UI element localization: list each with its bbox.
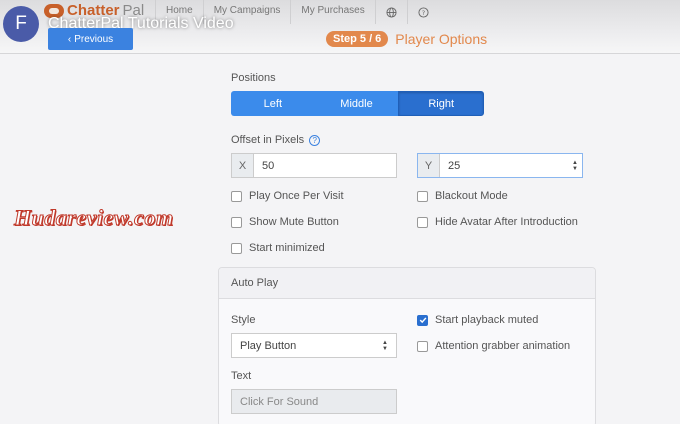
checkbox[interactable] <box>417 190 428 202</box>
option-label: Blackout Mode <box>435 190 508 202</box>
position-left-button[interactable]: Left <box>231 91 315 116</box>
offset-y-addon: Y <box>418 154 440 177</box>
number-stepper[interactable]: ▲ ▼ <box>568 154 582 177</box>
step-title: Player Options <box>395 31 488 47</box>
checkbox-checked[interactable] <box>417 314 428 326</box>
option-label: Start minimized <box>249 242 325 254</box>
style-select-value: Play Button <box>240 339 297 352</box>
offset-label: Offset in Pixels ? <box>231 134 321 146</box>
offset-y-group: Y 25 ▲ ▼ <box>417 153 583 178</box>
autoplay-text-input[interactable]: Click For Sound <box>231 389 397 414</box>
positions-segmented-control: Left Middle Right <box>231 91 485 116</box>
checkbox[interactable] <box>417 216 428 228</box>
previous-button[interactable]: ‹ Previous <box>48 28 133 50</box>
checkbox[interactable] <box>231 216 242 228</box>
option-blackout-mode[interactable]: Blackout Mode <box>417 190 508 202</box>
caret-down-icon[interactable]: ▼ <box>572 166 578 172</box>
offset-x-addon: X <box>232 154 254 177</box>
svg-text:?: ? <box>422 8 425 16</box>
watermark-text: Hudareview.com <box>14 205 174 231</box>
offset-y-input[interactable]: 25 <box>440 154 568 177</box>
wizard-step: Step 5 / 6 Player Options <box>326 31 487 47</box>
question-circle-icon[interactable]: ? <box>309 134 321 146</box>
option-start-minimized[interactable]: Start minimized <box>231 242 325 254</box>
position-middle-button[interactable]: Middle <box>314 91 399 116</box>
previous-label: Previous <box>74 33 114 45</box>
channel-avatar[interactable]: F <box>3 6 39 42</box>
checkbox[interactable] <box>231 242 242 254</box>
chevron-left-icon: ‹ <box>67 33 72 45</box>
option-label: Attention grabber animation <box>435 340 571 352</box>
text-label: Text <box>231 370 252 382</box>
style-select[interactable]: Play Button ▲ ▼ <box>231 333 397 358</box>
option-label: Hide Avatar After Introduction <box>435 216 578 228</box>
top-nav-bar: Chatter Pal Home My Campaigns My Purchase… <box>0 0 680 54</box>
autoplay-card-header: Auto Play <box>219 268 595 299</box>
checkbox[interactable] <box>231 190 242 202</box>
option-attention-grabber[interactable]: Attention grabber animation <box>417 340 570 352</box>
option-show-mute-button[interactable]: Show Mute Button <box>231 216 339 228</box>
position-right-button[interactable]: Right <box>398 91 485 116</box>
offset-label-text: Offset in Pixels <box>231 134 305 146</box>
option-play-once[interactable]: Play Once Per Visit <box>231 190 344 202</box>
select-arrows-icon: ▲ ▼ <box>382 339 388 352</box>
globe-icon[interactable] <box>374 0 407 24</box>
option-label: Show Mute Button <box>249 216 339 228</box>
positions-label: Positions <box>231 72 276 84</box>
checkmark-icon <box>419 317 426 324</box>
option-hide-avatar[interactable]: Hide Avatar After Introduction <box>417 216 578 228</box>
step-badge: Step 5 / 6 <box>326 31 389 47</box>
style-label: Style <box>231 314 256 326</box>
checkbox[interactable] <box>417 340 428 352</box>
option-label: Play Once Per Visit <box>249 190 344 202</box>
offset-x-group: X 50 <box>231 153 397 178</box>
help-icon[interactable]: ? <box>406 0 439 24</box>
option-label: Start playback muted <box>435 314 539 326</box>
option-start-muted[interactable]: Start playback muted <box>417 314 538 326</box>
nav-my-purchases[interactable]: My Purchases <box>290 0 374 24</box>
offset-x-input[interactable]: 50 <box>254 154 396 177</box>
